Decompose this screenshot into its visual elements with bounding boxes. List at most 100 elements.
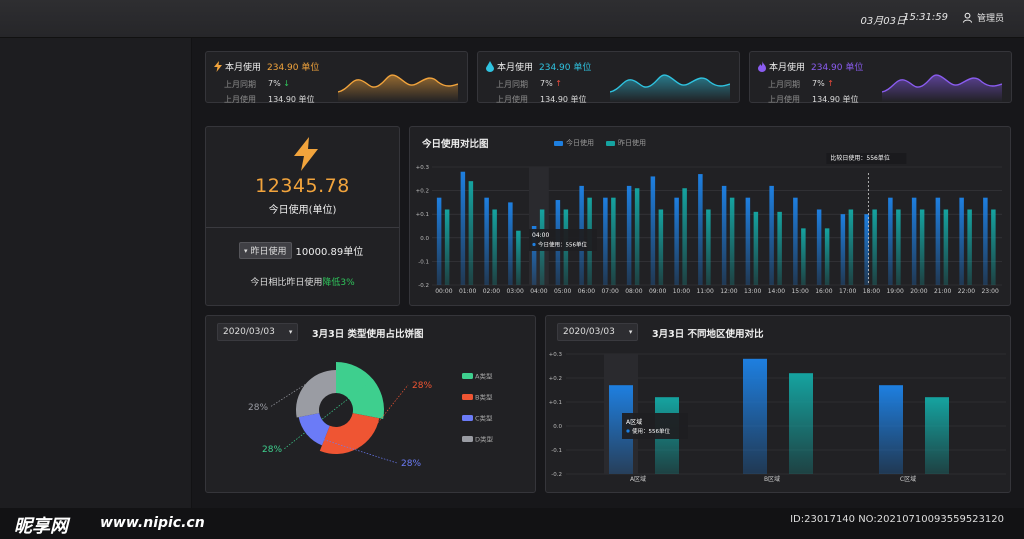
region-compare-card: 2020/03/03 ▾ 3月3日 不同地区使用对比 +0.3 +0.2 +0.1 0… [545, 315, 1011, 493]
bar [896, 209, 901, 285]
bar [991, 209, 996, 285]
legend-item[interactable]: 昨日使用 [606, 138, 646, 148]
bar [743, 358, 767, 474]
header-time: 15:31:59 [903, 12, 948, 23]
x-tick-label: 22:00 [958, 288, 975, 295]
pie-slice [319, 413, 380, 454]
x-tick-label: 11:00 [696, 288, 713, 295]
tooltip-text: 今日使用：556单位 [538, 241, 587, 249]
bar [516, 230, 521, 285]
date-select[interactable]: 2020/03/03 ▾ [217, 323, 299, 341]
bar [983, 197, 988, 285]
bar [801, 228, 806, 285]
bar [919, 209, 925, 285]
compare-select[interactable]: ▾ 昨日使用 [239, 242, 292, 259]
stat-value: 234.90 单位 [811, 63, 864, 73]
today-compare-chart-card: 今日使用对比图 今日使用 昨日使用 +0.3 +0.2 +0.1 0.0 -0.1 -0.… [409, 126, 1011, 306]
bar [872, 209, 877, 285]
tooltip-box [622, 413, 688, 439]
top-bar: 03月03日 15:31:59 管理员 [0, 0, 1024, 38]
bar [484, 197, 489, 285]
bar [911, 197, 917, 285]
x-tick-label: 10:00 [673, 288, 690, 295]
compare-summary: 今日相比昨日使用 [250, 278, 323, 288]
prev-label: 上月使用 [224, 95, 256, 104]
date-select[interactable]: 2020/03/03 ▾ [557, 323, 639, 341]
x-tick-label: A区域 [630, 475, 646, 483]
caret-down-icon: ▾ [244, 246, 248, 255]
bar [508, 202, 513, 285]
chart-title: 3月3日 不同地区使用对比 [652, 329, 764, 340]
x-tick-label: C区域 [900, 475, 916, 483]
bar [721, 185, 727, 285]
bar [745, 197, 751, 285]
arrow-up-icon: ↑ [555, 79, 562, 88]
stat-title: 本月使用 [497, 63, 534, 73]
bar [789, 373, 813, 474]
marker-label: 比较日使用：556单位 [830, 154, 889, 162]
stat-card-gas: 本月使用 234.90 单位 上月同期 7% ↑ 上月使用 134.90 单位 [749, 51, 1012, 104]
user-icon [962, 12, 973, 23]
legend-item[interactable]: 今日使用 [554, 138, 594, 148]
user-label: 管理员 [976, 14, 1004, 24]
y-tick-label: +0.3 [549, 352, 563, 358]
today-usage-card: 12345.78 今日使用(单位) ▾ 昨日使用 10000.89单位 今日相比… [205, 126, 400, 306]
bar [626, 185, 632, 285]
water-drop-icon [486, 61, 494, 72]
x-tick-label: 16:00 [815, 288, 832, 295]
pie-slice [296, 370, 336, 418]
bar [925, 397, 949, 474]
stat-title: 本月使用 [769, 63, 806, 73]
prev-value: 134.90 单位 [812, 95, 859, 104]
y-tick-label: +0.1 [549, 400, 562, 406]
x-tick-label: 01:00 [459, 288, 476, 295]
caret-down-icon: ▾ [628, 328, 633, 336]
user-menu[interactable]: 管理员 [962, 11, 1004, 24]
stat-card-water: 本月使用 234.90 单位 上月同期 7% ↑ 上月使用 134.90 单位 [477, 51, 740, 104]
lightning-icon [214, 61, 222, 72]
prev-value: 134.90 单位 [268, 95, 315, 104]
chart-title: 今日使用对比图 [422, 139, 489, 150]
bar [611, 197, 616, 285]
prev-label: 上月使用 [496, 95, 528, 104]
y-tick-label: +0.1 [416, 212, 429, 218]
x-tick-label: 23:00 [981, 288, 998, 295]
bar [729, 197, 735, 285]
x-tick-label: 12:00 [720, 288, 737, 295]
bar [848, 209, 854, 285]
date-select-value: 2020/03/03 [223, 327, 275, 337]
x-tick-label: 09:00 [649, 288, 666, 295]
type-share-pie: 28% 28% 28% 28% A类型 B类型 C类型 D类型 [248, 362, 494, 469]
date-select-value: 2020/03/03 [563, 327, 615, 337]
y-tick-label: -0.1 [551, 448, 562, 454]
legend-label: D类型 [475, 435, 494, 444]
stat-value: 234.90 单位 [539, 63, 592, 73]
x-tick-label: 07:00 [601, 288, 618, 295]
bar [603, 197, 608, 285]
y-tick-label: -0.2 [551, 472, 562, 478]
legend-label: 今日使用 [566, 139, 594, 147]
stat-value: 234.90 单位 [267, 63, 320, 73]
x-tick-label: 03:00 [506, 288, 523, 295]
yoy-label: 上月同期 [224, 80, 256, 89]
x-tick-label: 19:00 [886, 288, 903, 295]
watermark-url: www.nipic.cn [100, 515, 205, 531]
y-tick-label: 0.0 [420, 236, 429, 242]
sparkline [338, 74, 458, 102]
bar [777, 211, 782, 285]
watermark-id: ID:23017140 NO:20210710093559523120 [790, 514, 1004, 525]
tooltip-dot [532, 242, 536, 247]
y-tick-label: +0.2 [416, 189, 429, 195]
legend-label: B类型 [475, 393, 493, 402]
x-tick-label: 13:00 [744, 288, 761, 295]
flame-icon [758, 61, 766, 72]
bar [460, 171, 466, 285]
yoy-value: 7% [540, 79, 553, 88]
prev-value: 134.90 单位 [540, 95, 587, 104]
today-label: 今日使用(单位) [268, 205, 337, 216]
x-tick-label: 00:00 [435, 288, 452, 295]
bar [959, 197, 964, 285]
bar [468, 181, 474, 285]
bar [634, 188, 640, 285]
region-compare-chart: +0.3+0.2+0.10.0-0.1-0.2A区域 B区域 C区域A区域使用：55… [549, 352, 1006, 483]
